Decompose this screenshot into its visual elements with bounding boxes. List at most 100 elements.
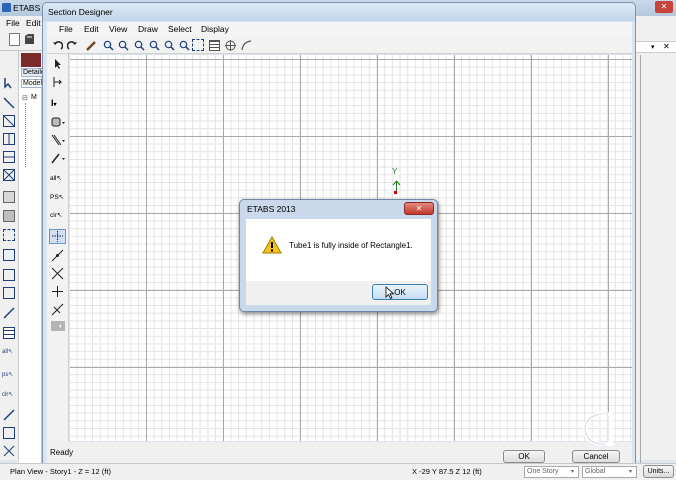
chevron-down-icon: ▾ bbox=[571, 469, 575, 475]
tree-root-label[interactable]: M bbox=[31, 94, 37, 101]
sd-ok-button[interactable]: OK bbox=[503, 450, 545, 463]
dialog-title: ETABS 2013 bbox=[247, 204, 296, 214]
draw-link-icon[interactable] bbox=[3, 307, 15, 319]
sd-snap-intersection-icon[interactable] bbox=[49, 229, 66, 244]
units-button[interactable]: Units... bbox=[643, 465, 674, 478]
origin-point bbox=[394, 191, 397, 194]
etabs-logo-icon bbox=[2, 3, 11, 12]
coordinate-readout: X -29 Y 87.5 Z 12 (ft) bbox=[412, 467, 482, 476]
alert-dialog: ETABS 2013 ✕ Tube1 is fully inside of Re… bbox=[239, 199, 438, 312]
tab-model[interactable]: Model bbox=[21, 79, 45, 88]
sd-menu-edit[interactable]: Edit bbox=[84, 24, 99, 34]
coord-select-value: Global bbox=[585, 468, 606, 475]
story-select-value: One Story bbox=[527, 468, 559, 475]
sd-bottom-bar: Ready OK Cancel bbox=[47, 442, 632, 464]
sd-cancel-button[interactable]: Cancel bbox=[572, 450, 620, 463]
main-left-toolbar: all↖ ps↖ clr↖ bbox=[0, 51, 19, 460]
right-pane-dropdown-icon[interactable]: ▾ bbox=[651, 43, 655, 51]
sd-draw-ibeam-icon[interactable]: I▾ bbox=[51, 98, 65, 110]
story-select[interactable]: One Story ▾ bbox=[524, 466, 579, 478]
snap-end-icon[interactable] bbox=[3, 445, 15, 457]
sd-reshape-icon[interactable] bbox=[52, 76, 64, 88]
sd-menu-view[interactable]: View bbox=[109, 24, 127, 34]
draw-floor-icon[interactable] bbox=[3, 210, 15, 222]
sd-draw-rebar-icon[interactable] bbox=[51, 152, 65, 164]
model-explorer-panel: Detaile Model ⊟ M bbox=[19, 67, 47, 463]
undo-icon[interactable] bbox=[52, 40, 64, 51]
main-close-button[interactable]: ✕ bbox=[655, 1, 673, 13]
grid-tool-icon[interactable] bbox=[3, 327, 15, 339]
dialog-footer: OK bbox=[246, 281, 431, 305]
sd-pointer-icon[interactable] bbox=[52, 58, 64, 70]
curve-icon[interactable] bbox=[241, 40, 252, 51]
sd-snap-line-icon[interactable] bbox=[51, 249, 64, 262]
draw-wall-stack-icon[interactable] bbox=[3, 249, 15, 261]
y-axis-label: Y bbox=[392, 167, 398, 176]
dialog-body: Tube1 is fully inside of Rectangle1. bbox=[246, 219, 431, 281]
mouse-cursor-icon bbox=[385, 286, 395, 300]
clear-select-icon[interactable]: clr↖ bbox=[2, 391, 16, 407]
right-pane-close-icon[interactable]: ✕ bbox=[663, 42, 670, 51]
draw-wall-icon[interactable] bbox=[3, 151, 15, 163]
sd-previous-select-icon[interactable]: PS↖ bbox=[50, 193, 66, 207]
reshape-tool-icon[interactable] bbox=[3, 77, 15, 89]
sd-toolbar bbox=[47, 37, 632, 54]
zoom-rubber-band-icon[interactable] bbox=[103, 40, 114, 51]
main-right-pane: ▾ ✕ bbox=[636, 29, 676, 465]
zoom-restore-icon[interactable] bbox=[118, 40, 129, 51]
sd-clear-select-icon[interactable]: clr↖ bbox=[50, 211, 66, 225]
sd-menu-select[interactable]: Select bbox=[168, 24, 192, 34]
pan-icon[interactable] bbox=[164, 40, 175, 51]
draw-area-icon[interactable] bbox=[3, 191, 15, 203]
dialog-close-button[interactable]: ✕ bbox=[404, 202, 434, 215]
sd-toolbar-grip-icon[interactable] bbox=[51, 321, 65, 331]
dialog-message: Tube1 is fully inside of Rectangle1. bbox=[289, 241, 413, 250]
dialog-ok-button[interactable]: OK bbox=[372, 284, 428, 300]
open-file-icon[interactable] bbox=[24, 33, 35, 45]
draw-brace-icon[interactable] bbox=[3, 115, 15, 127]
sd-snap-edge-icon[interactable] bbox=[51, 303, 64, 316]
sd-menu-file[interactable]: File bbox=[59, 24, 73, 34]
coord-system-select[interactable]: Global ▾ bbox=[582, 466, 637, 478]
select-all-icon[interactable]: all↖ bbox=[2, 348, 16, 364]
chevron-down-icon: ▾ bbox=[629, 469, 633, 475]
sd-select-all-icon[interactable]: all↖ bbox=[50, 174, 66, 188]
show-grid-icon[interactable] bbox=[209, 40, 220, 51]
draw-line-icon[interactable] bbox=[3, 97, 15, 109]
main-statusbar: Plan View - Story1 - Z = 12 (ft) X -29 Y… bbox=[0, 463, 676, 480]
main-menu-file[interactable]: File bbox=[6, 18, 20, 28]
draw-diagonal-icon[interactable] bbox=[3, 169, 15, 181]
pencil-icon[interactable] bbox=[86, 40, 97, 51]
draw-slab-icon[interactable] bbox=[3, 269, 15, 281]
sd-title: Section Designer bbox=[48, 7, 113, 17]
csi-watermark-logo bbox=[572, 410, 634, 448]
sd-menu-draw[interactable]: Draw bbox=[138, 24, 158, 34]
sd-snap-cross-icon[interactable] bbox=[51, 267, 64, 280]
redo-icon[interactable] bbox=[66, 40, 78, 51]
sd-menubar: File Edit View Draw Select Display bbox=[47, 22, 632, 37]
sd-snap-perp-icon[interactable] bbox=[51, 285, 64, 298]
warning-icon bbox=[262, 235, 282, 254]
model-tab-icon[interactable] bbox=[21, 53, 41, 67]
draw-joint-icon[interactable] bbox=[3, 287, 15, 299]
sd-titlebar: Section Designer bbox=[43, 3, 635, 21]
zoom-fit-icon[interactable] bbox=[179, 40, 190, 51]
zoom-window-icon[interactable] bbox=[192, 39, 204, 51]
sd-status-text: Ready bbox=[50, 448, 74, 457]
right-pane-divider bbox=[640, 55, 641, 465]
sd-menu-display[interactable]: Display bbox=[201, 24, 229, 34]
zoom-in-icon[interactable] bbox=[134, 40, 145, 51]
main-menu-edit[interactable]: Edit bbox=[26, 18, 41, 28]
snap-icon[interactable] bbox=[3, 409, 15, 421]
snap-mid-icon[interactable] bbox=[3, 427, 15, 439]
new-model-icon[interactable] bbox=[9, 33, 20, 46]
axes-icon[interactable] bbox=[225, 40, 236, 51]
draw-column-icon[interactable] bbox=[3, 133, 15, 145]
previous-select-icon[interactable]: ps↖ bbox=[2, 371, 16, 387]
sd-draw-line-icon[interactable] bbox=[51, 134, 65, 146]
tree-expand-icon[interactable]: ⊟ bbox=[22, 94, 28, 102]
draw-opening-icon[interactable] bbox=[3, 229, 15, 241]
sd-draw-shape-icon[interactable] bbox=[51, 116, 65, 128]
right-pane-header: ▾ ✕ bbox=[636, 41, 676, 53]
zoom-out-icon[interactable] bbox=[149, 40, 160, 51]
